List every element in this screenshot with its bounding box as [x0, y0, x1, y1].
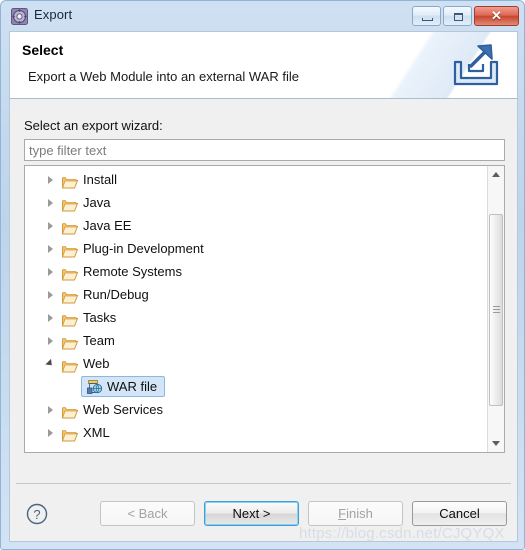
- scrollbar-thumb[interactable]: [489, 214, 503, 406]
- tree-row[interactable]: Web Services: [25, 398, 487, 421]
- chevron-right-icon[interactable]: [48, 199, 53, 207]
- war-file-icon: [86, 379, 103, 395]
- export-wizard-tree[interactable]: Install Java Java EE: [24, 165, 505, 453]
- wizard-page-body: Select an export wizard: Install Java: [9, 99, 518, 473]
- tree-item-label: Tasks: [83, 306, 116, 329]
- chevron-right-icon[interactable]: [48, 222, 53, 230]
- tree-row[interactable]: XML: [25, 421, 487, 444]
- page-description: Export a Web Module into an external WAR…: [28, 69, 299, 84]
- scroll-up-button[interactable]: [488, 166, 504, 183]
- close-button[interactable]: ✕: [474, 6, 519, 26]
- chevron-right-icon[interactable]: [48, 291, 53, 299]
- folder-icon: [62, 334, 78, 347]
- tree-items: Install Java Java EE: [25, 168, 487, 444]
- scroll-up-arrow: [492, 172, 500, 177]
- close-icon: ✕: [475, 7, 518, 25]
- chevron-right-icon[interactable]: [48, 268, 53, 276]
- tree-item-label: Web Services: [83, 398, 163, 421]
- tree-item-label: Remote Systems: [83, 260, 182, 283]
- scrollbar-grip-icon: [493, 306, 500, 314]
- wizard-button-row: < Back Next > Finish Cancel: [100, 501, 507, 526]
- tree-item-label: Java: [83, 191, 110, 214]
- footer-separator: [16, 483, 511, 484]
- export-banner-icon: [447, 38, 505, 94]
- tree-row[interactable]: Java: [25, 191, 487, 214]
- tree-item-label: Team: [83, 329, 115, 352]
- filter-input[interactable]: [24, 139, 505, 161]
- wizard-list-label: Select an export wizard:: [24, 118, 163, 133]
- tree-row[interactable]: Java EE: [25, 214, 487, 237]
- tree-row[interactable]: Team: [25, 329, 487, 352]
- svg-text:?: ?: [33, 507, 40, 522]
- tree-item-label: XML: [83, 421, 110, 444]
- tree-row[interactable]: Web: [25, 352, 487, 375]
- folder-icon: [62, 288, 78, 301]
- help-button[interactable]: ?: [26, 503, 48, 525]
- scroll-down-arrow: [492, 441, 500, 446]
- export-wizard-icon: [11, 8, 28, 25]
- chevron-right-icon[interactable]: [48, 406, 53, 414]
- chevron-right-icon[interactable]: [48, 337, 53, 345]
- chevron-right-icon[interactable]: [48, 314, 53, 322]
- wizard-header: Select Export a Web Module into an exter…: [9, 31, 518, 99]
- tree-row[interactable]: Remote Systems: [25, 260, 487, 283]
- tree-item-label: Install: [83, 168, 117, 191]
- minimize-icon: [422, 18, 433, 21]
- folder-icon: [62, 403, 78, 416]
- chevron-right-icon[interactable]: [48, 176, 53, 184]
- folder-icon: [62, 311, 78, 324]
- chevron-down-icon[interactable]: [45, 359, 54, 368]
- page-title: Select: [22, 42, 63, 58]
- tree-item-war-file[interactable]: WAR file: [81, 376, 165, 397]
- finish-label-rest: inish: [346, 506, 373, 521]
- tree-item-label: Web: [83, 352, 110, 375]
- chevron-right-icon[interactable]: [48, 429, 53, 437]
- chevron-right-icon[interactable]: [48, 245, 53, 253]
- folder-icon: [62, 173, 78, 186]
- tree-row[interactable]: Run/Debug: [25, 283, 487, 306]
- tree-row[interactable]: WAR file: [25, 375, 487, 398]
- export-dialog-window: Export ✕ Select Export a Web Module into…: [0, 0, 525, 550]
- folder-open-icon: [62, 357, 78, 370]
- tree-item-label: WAR file: [107, 379, 157, 394]
- tree-vertical-scrollbar[interactable]: [487, 166, 504, 452]
- window-controls: ✕: [412, 6, 519, 26]
- tree-item-label: Java EE: [83, 214, 131, 237]
- folder-icon: [62, 196, 78, 209]
- tree-item-label: Plug-in Development: [83, 237, 204, 260]
- minimize-button[interactable]: [412, 6, 441, 26]
- finish-button[interactable]: Finish: [308, 501, 403, 526]
- title-bar[interactable]: Export ✕: [1, 1, 525, 31]
- back-button[interactable]: < Back: [100, 501, 195, 526]
- scroll-down-button[interactable]: [488, 435, 504, 452]
- tree-item-label: Run/Debug: [83, 283, 149, 306]
- folder-icon: [62, 426, 78, 439]
- cancel-button[interactable]: Cancel: [412, 501, 507, 526]
- tree-row[interactable]: Install: [25, 168, 487, 191]
- folder-icon: [62, 242, 78, 255]
- next-button[interactable]: Next >: [204, 501, 299, 526]
- window-title: Export: [34, 7, 72, 22]
- tree-row[interactable]: Plug-in Development: [25, 237, 487, 260]
- maximize-icon: [454, 13, 463, 21]
- maximize-button[interactable]: [443, 6, 472, 26]
- tree-row[interactable]: Tasks: [25, 306, 487, 329]
- folder-icon: [62, 219, 78, 232]
- folder-icon: [62, 265, 78, 278]
- dialog-footer: ? < Back Next > Finish Cancel: [9, 473, 518, 542]
- finish-mnemonic: F: [338, 506, 346, 521]
